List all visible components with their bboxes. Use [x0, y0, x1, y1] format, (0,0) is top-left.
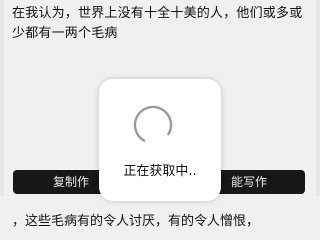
smart-writing-button[interactable]: 能写作: [231, 170, 267, 194]
loading-label: 正在获取中..: [123, 164, 197, 179]
copy-button[interactable]: 复制作: [53, 170, 89, 194]
article-text-bottom[interactable]: ，这些毛病有的令人讨厌，有的令人憎恨，: [12, 212, 316, 232]
article-text-top[interactable]: 在我认为，世界上没有十全十美的人，他们或多或少都有一两个毛病: [12, 4, 312, 44]
right-edge: [316, 0, 320, 196]
loading-dialog: 正在获取中..: [99, 79, 221, 201]
loading-spinner-icon: [133, 105, 173, 145]
left-edge: [0, 0, 4, 196]
